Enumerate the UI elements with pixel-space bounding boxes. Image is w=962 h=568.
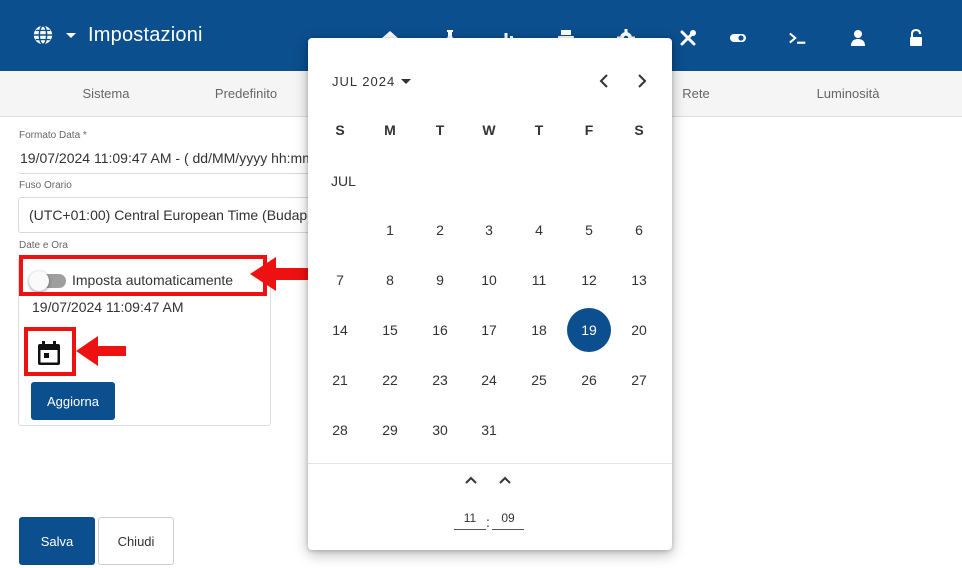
globe-icon bbox=[33, 25, 53, 45]
day-cell[interactable]: 22 bbox=[368, 358, 412, 402]
day-cell[interactable]: 4 bbox=[517, 208, 561, 252]
day-cell[interactable]: 13 bbox=[617, 258, 661, 302]
minute-field[interactable]: 09 bbox=[492, 508, 524, 530]
day-cell[interactable]: 14 bbox=[318, 308, 362, 352]
day-cell[interactable]: 8 bbox=[368, 258, 412, 302]
day-cell[interactable]: 6 bbox=[617, 208, 661, 252]
day-cell[interactable]: 11 bbox=[517, 258, 561, 302]
day-cell[interactable]: 27 bbox=[617, 358, 661, 402]
time-separator: : bbox=[486, 514, 490, 530]
highlight-box-auto-toggle bbox=[19, 255, 267, 296]
picker-divider bbox=[308, 463, 672, 464]
timezone-label: Fuso Orario bbox=[19, 180, 72, 191]
terminal-icon[interactable] bbox=[788, 28, 808, 48]
day-cell[interactable]: 29 bbox=[368, 408, 412, 452]
tab-sistema[interactable]: Sistema bbox=[36, 71, 176, 117]
day-cell[interactable]: 2 bbox=[418, 208, 462, 252]
day-cell[interactable]: 24 bbox=[467, 358, 511, 402]
tools-icon[interactable] bbox=[678, 28, 698, 48]
day-cell[interactable]: 18 bbox=[517, 308, 561, 352]
chevron-down-icon bbox=[401, 79, 412, 84]
weekday-wed: W bbox=[482, 122, 496, 138]
day-cell[interactable]: 10 bbox=[467, 258, 511, 302]
month-year-selector[interactable]: JUL 2024 bbox=[332, 74, 412, 89]
chevron-down-icon bbox=[66, 32, 76, 38]
chevron-left-icon bbox=[599, 74, 608, 88]
timezone-select[interactable]: (UTC+01:00) Central European Time (Budap… bbox=[18, 197, 318, 233]
page-title: Impostazioni bbox=[88, 23, 203, 46]
date-format-label: Formato Data * bbox=[19, 130, 87, 141]
unlock-icon[interactable] bbox=[906, 28, 926, 48]
day-cell[interactable]: 17 bbox=[467, 308, 511, 352]
hour-field[interactable]: 11 bbox=[454, 508, 486, 530]
title-menu[interactable]: Impostazioni bbox=[32, 22, 203, 48]
user-icon[interactable] bbox=[848, 28, 868, 48]
weekday-sat: S bbox=[634, 122, 644, 138]
weekday-tue: T bbox=[435, 122, 445, 138]
day-cell[interactable]: 7 bbox=[318, 258, 362, 302]
prev-month-button[interactable] bbox=[596, 73, 612, 89]
close-button[interactable]: Chiudi bbox=[98, 517, 174, 565]
current-datetime: 19/07/2024 11:09:47 AM bbox=[32, 299, 184, 315]
chevron-right-icon bbox=[638, 74, 647, 88]
update-button[interactable]: Aggiorna bbox=[31, 382, 115, 420]
day-cell[interactable]: 25 bbox=[517, 358, 561, 402]
day-cell[interactable]: 1 bbox=[368, 208, 412, 252]
next-month-button[interactable] bbox=[634, 73, 650, 89]
datepicker-popup: JUL 2024 S M T W T F S JUL 1 2 3 4 5 6 7 8 9 10 11… bbox=[308, 38, 672, 550]
day-cell[interactable]: 12 bbox=[567, 258, 611, 302]
minute-up-chevron-icon[interactable] bbox=[498, 475, 512, 485]
day-cell[interactable]: 3 bbox=[467, 208, 511, 252]
tab-predefinito[interactable]: Predefinito bbox=[176, 71, 316, 117]
selected-day-cell[interactable]: 19 bbox=[567, 308, 611, 352]
day-cell[interactable]: 21 bbox=[318, 358, 362, 402]
weekday-fri: F bbox=[584, 122, 594, 138]
day-cell[interactable]: 23 bbox=[418, 358, 462, 402]
weekday-sun: S bbox=[335, 122, 345, 138]
day-cell[interactable]: 28 bbox=[318, 408, 362, 452]
highlight-box-calendar bbox=[24, 327, 76, 376]
day-cell[interactable]: 30 bbox=[418, 408, 462, 452]
day-cell[interactable]: 9 bbox=[418, 258, 462, 302]
save-button[interactable]: Salva bbox=[19, 517, 95, 565]
arrow-icon-to-toggle bbox=[250, 257, 310, 291]
day-cell[interactable]: 5 bbox=[567, 208, 611, 252]
date-time-label: Date e Ora bbox=[19, 240, 68, 251]
arrow-icon-to-calendar bbox=[76, 336, 126, 366]
day-cell[interactable]: 16 bbox=[418, 308, 462, 352]
weekday-mon: M bbox=[384, 122, 396, 138]
day-cell[interactable]: 31 bbox=[467, 408, 511, 452]
month-label: JUL bbox=[331, 173, 356, 189]
hour-up-chevron-icon[interactable] bbox=[464, 475, 478, 485]
weekday-thu: T bbox=[534, 122, 544, 138]
day-cell[interactable]: 15 bbox=[368, 308, 412, 352]
date-format-select[interactable]: 19/07/2024 11:09:47 AM - ( dd/MM/yyyy hh… bbox=[18, 144, 318, 174]
month-year-label: JUL 2024 bbox=[332, 74, 396, 89]
toggle-icon[interactable] bbox=[728, 28, 748, 48]
day-cell[interactable]: 20 bbox=[617, 308, 661, 352]
day-cell[interactable]: 26 bbox=[567, 358, 611, 402]
tab-luminosita[interactable]: Luminosità bbox=[778, 71, 918, 117]
